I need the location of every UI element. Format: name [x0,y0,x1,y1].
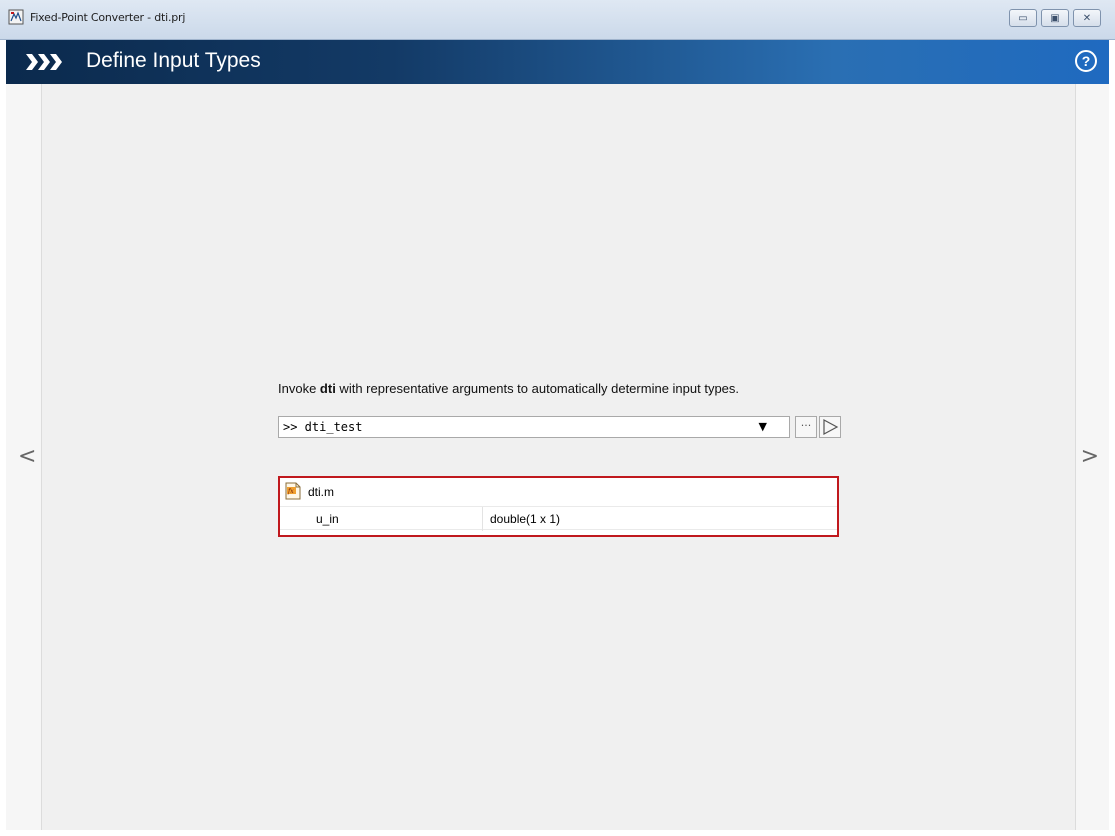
maximize-button[interactable]: ▣ [1041,9,1069,27]
workflow-chevron-icon [26,54,62,70]
step-header: Define Input Types ? [6,40,1109,84]
table-row[interactable]: u_in double(1 x 1) [280,506,837,531]
play-icon [823,418,839,436]
argument-name: u_in [316,512,339,526]
test-command-input[interactable]: >> dti_test [283,420,362,434]
window-title: Fixed-Point Converter - dti.prj [30,11,186,24]
app-icon [8,9,24,25]
function-input-table: fx dti.m u_in double(1 x 1) [278,476,839,537]
svg-text:fx: fx [287,488,294,495]
instruction-function-name: dti [319,381,336,396]
test-command-combobox[interactable]: >> dti_test ▼ [278,416,790,438]
instruction-suffix: with representative arguments to automat… [335,381,740,396]
column-divider [482,507,483,531]
close-button[interactable]: ✕ [1073,9,1101,27]
chevron-right-icon[interactable]: > [1081,444,1099,469]
instruction-prefix: Invoke [278,381,320,396]
function-file-name: dti.m [308,485,335,499]
minimize-button[interactable]: ▭ [1009,9,1037,27]
chevron-left-icon[interactable]: < [18,444,36,469]
browse-button[interactable]: ··· [795,416,817,438]
window-controls: ▭ ▣ ✕ [1009,9,1101,27]
run-button[interactable] [819,416,841,438]
function-row[interactable]: fx dti.m [284,482,834,502]
previous-step-panel[interactable]: < [6,84,42,830]
instruction-text: Invoke dti with representative arguments… [278,381,739,396]
dropdown-arrow-icon[interactable]: ▼ [759,420,767,433]
function-file-icon: fx [285,482,301,500]
page-title: Define Input Types [86,49,261,72]
main-panel: < > Invoke dti with representative argum… [6,84,1109,830]
window-title-bar: Fixed-Point Converter - dti.prj ▭ ▣ ✕ [0,0,1115,40]
help-icon[interactable]: ? [1075,50,1097,72]
argument-type[interactable]: double(1 x 1) [490,512,560,526]
next-step-panel[interactable]: > [1075,84,1109,830]
